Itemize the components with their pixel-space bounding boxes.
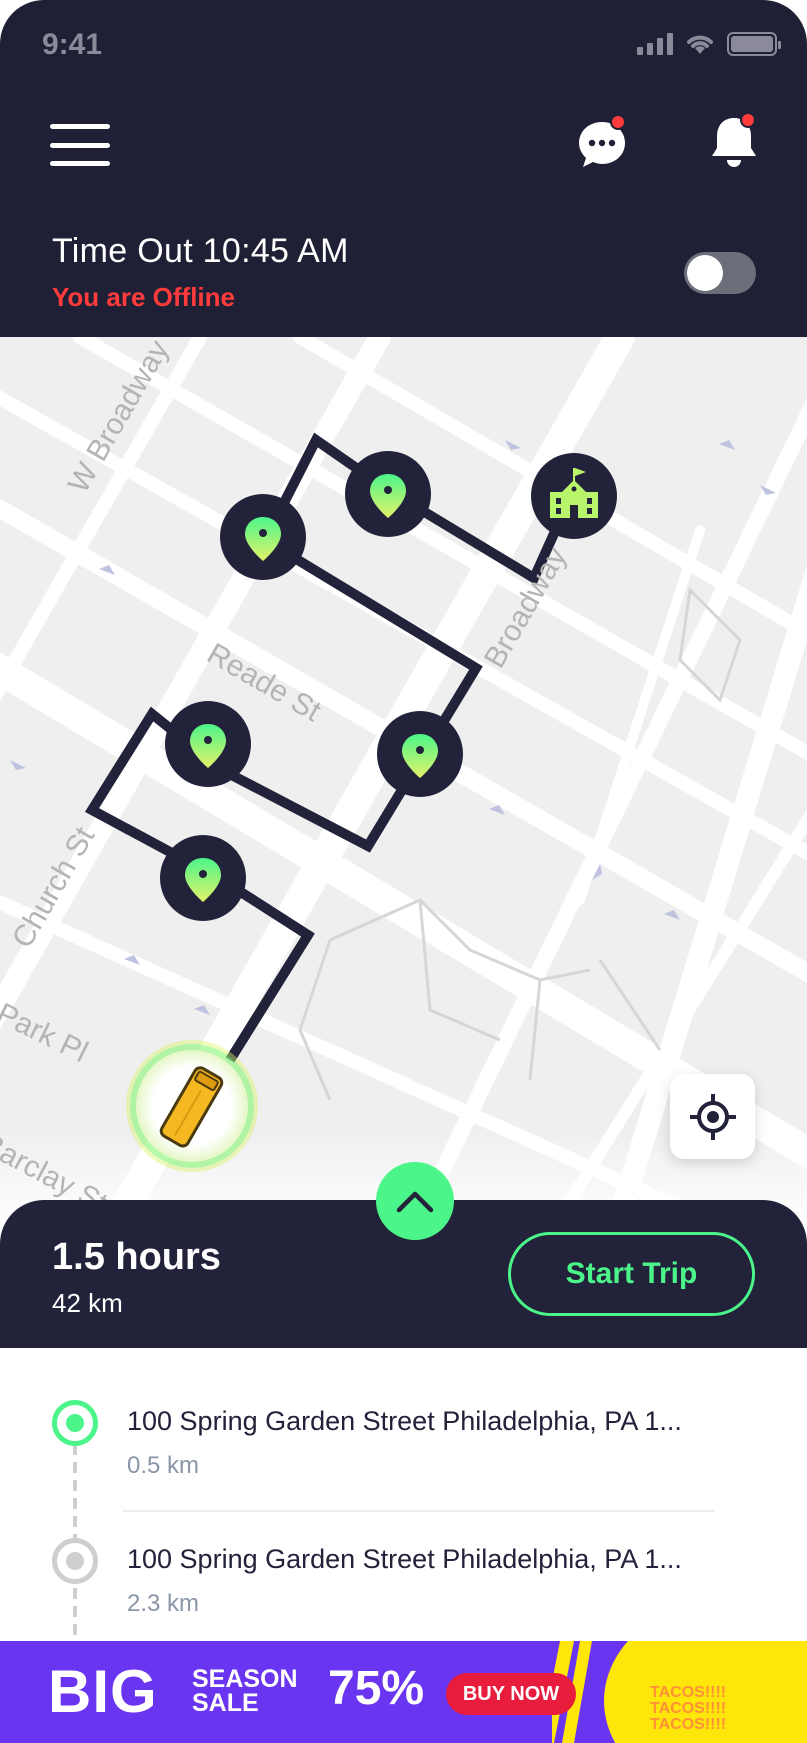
trip-distance: 42 km: [52, 1288, 123, 1318]
stop-pin[interactable]: [165, 701, 251, 787]
ad-headline: BIG: [48, 1658, 158, 1725]
stop-address: 100 Spring Garden Street Philadelphia, P…: [127, 1544, 682, 1574]
time-out-label: Time Out 10:45 AM: [52, 232, 349, 270]
stop-pin[interactable]: [220, 494, 306, 580]
notifications-button[interactable]: [708, 112, 760, 170]
status-icons: [637, 32, 781, 56]
app-header: 9:41 Time Out 10:45 AM You are Offline: [0, 0, 807, 337]
stop-address: 100 Spring Garden Street Philadelphia, P…: [127, 1406, 682, 1436]
ad-banner[interactable]: BIG SEASON SALE 75% BUY NOW TACOS!!!! TA…: [0, 1641, 807, 1743]
list-item[interactable]: 100 Spring Garden Street Philadelphia, P…: [0, 1400, 807, 1520]
battery-icon: [727, 32, 781, 56]
stops-list: 100 Spring Garden Street Philadelphia, P…: [0, 1348, 807, 1646]
chat-button[interactable]: [576, 114, 628, 170]
list-divider: [123, 1510, 715, 1512]
chat-notification-dot: [610, 114, 626, 130]
menu-button[interactable]: [50, 124, 110, 166]
ad-discount: 75%: [328, 1662, 425, 1715]
stop-pin[interactable]: [160, 835, 246, 921]
ad-buy-now-button[interactable]: BUY NOW: [446, 1673, 576, 1715]
chevron-up-icon: [396, 1191, 434, 1213]
ad-season-sale: SEASON SALE: [192, 1665, 298, 1717]
status-time: 9:41: [42, 28, 103, 61]
list-item[interactable]: 100 Spring Garden Street Philadelphia, P…: [0, 1538, 807, 1658]
stop-distance: 2.3 km: [127, 1590, 200, 1617]
online-toggle[interactable]: [684, 252, 756, 294]
vehicle-marker[interactable]: [126, 1040, 258, 1172]
driver-app-screen: 9:41 Time Out 10:45 AM You are Offline W…: [0, 0, 807, 1743]
stop-marker-icon: [52, 1538, 98, 1584]
wifi-icon: [687, 35, 713, 54]
active-stop-marker-icon: [52, 1400, 98, 1446]
signal-icon: [637, 33, 673, 55]
expand-panel-button[interactable]: [376, 1162, 454, 1240]
stop-distance: 0.5 km: [127, 1452, 200, 1479]
ad-art-text: TACOS!!!! TACOS!!!! TACOS!!!!: [650, 1684, 727, 1733]
trip-duration: 1.5 hours: [52, 1236, 221, 1278]
school-destination-pin[interactable]: [531, 453, 617, 539]
offline-status: You are Offline: [52, 282, 235, 312]
recenter-location-button[interactable]: [670, 1074, 755, 1159]
stop-pin[interactable]: [345, 451, 431, 537]
start-trip-button[interactable]: Start Trip: [508, 1232, 755, 1316]
notification-dot: [740, 112, 756, 128]
crosshair-icon: [689, 1093, 736, 1140]
stop-pin[interactable]: [377, 711, 463, 797]
